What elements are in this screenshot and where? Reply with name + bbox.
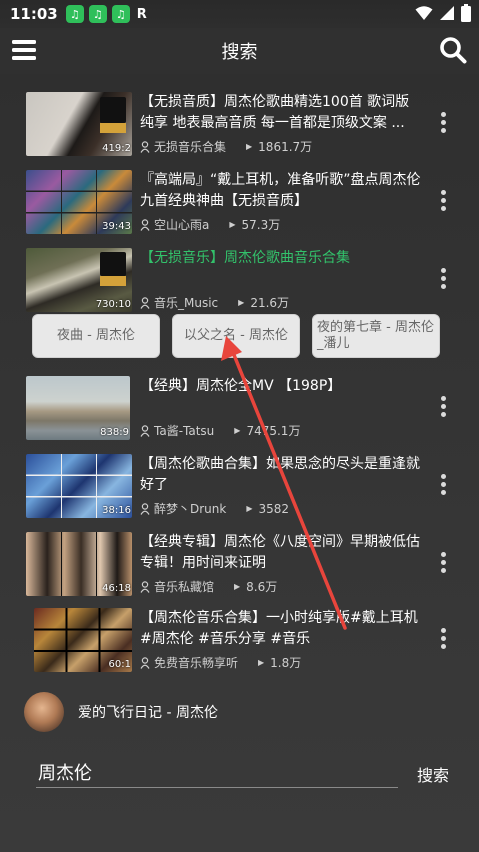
- more-options-icon[interactable]: [439, 628, 447, 654]
- play-count-icon: ▶: [246, 504, 253, 513]
- video-plays: 21.6万: [250, 296, 290, 310]
- video-author: 醉梦丶Drunk: [154, 502, 227, 516]
- song-suggestions: 夜曲 - 周杰伦 以父之名 - 周杰伦 夜的第七章 - 周杰伦 _潘儿: [0, 314, 479, 360]
- video-meta: 免费音乐畅享听 ▶ 1.8万: [140, 654, 301, 671]
- more-options-icon[interactable]: [439, 474, 447, 500]
- video-item[interactable]: 60:1 【周杰伦音乐合集】一小时纯享版#戴上耳机 #周杰伦 #音乐分享 #音乐…: [0, 608, 479, 676]
- play-count-icon: ▶: [246, 142, 253, 151]
- wifi-icon: [415, 6, 433, 20]
- video-thumbnail: 39:43: [26, 170, 132, 234]
- song-chip[interactable]: 夜曲 - 周杰伦: [32, 314, 160, 358]
- video-plays: 8.6万: [246, 580, 278, 594]
- play-count-icon: ▶: [238, 298, 245, 307]
- video-item[interactable]: 39:43 『高端局』“戴上耳机，准备听歌”盘点周杰伦九首经典神曲【无损音质】 …: [0, 170, 479, 238]
- signal-icon: [440, 6, 454, 20]
- video-plays: 7475.1万: [246, 424, 301, 438]
- status-icons: [415, 4, 471, 22]
- play-count-icon: ▶: [258, 658, 265, 667]
- video-duration: 38:16: [102, 505, 131, 516]
- play-count-icon: ▶: [234, 426, 241, 435]
- song-chip[interactable]: 以父之名 - 周杰伦: [172, 314, 300, 358]
- user-icon: [140, 656, 150, 669]
- video-title: 【经典专辑】周杰伦《八度空间》早期被低估专辑！用时间来证明: [140, 534, 420, 571]
- play-count-icon: ▶: [234, 582, 241, 591]
- video-author: Ta酱-Tatsu: [154, 424, 215, 438]
- more-options-icon[interactable]: [439, 396, 447, 422]
- video-duration: 419:2: [102, 143, 131, 154]
- music-app-icon: ♫: [88, 5, 107, 23]
- video-title: 【周杰伦歌曲合集】如果思念的尽头是重逢就好了: [140, 456, 420, 493]
- video-thumbnail: 60:1: [34, 608, 132, 672]
- status-badge: R: [136, 6, 147, 22]
- video-thumbnail: 38:16: [26, 454, 132, 518]
- video-item[interactable]: 46:18 【经典专辑】周杰伦《八度空间》早期被低估专辑！用时间来证明 音乐私藏…: [0, 532, 479, 600]
- video-author: 免费音乐畅享听: [154, 656, 239, 670]
- video-duration: 730:10: [95, 299, 131, 310]
- video-author: 空山心雨a: [154, 218, 210, 232]
- more-options-icon[interactable]: [439, 112, 447, 138]
- search-bar: 搜索: [0, 756, 479, 796]
- video-thumbnail: 730:10: [26, 248, 132, 312]
- video-item[interactable]: 730:10 【无损音乐】周杰伦歌曲音乐合集 音乐_Music ▶ 21.6万: [0, 248, 479, 316]
- video-meta: Ta酱-Tatsu ▶ 7475.1万: [140, 422, 300, 439]
- more-options-icon[interactable]: [439, 268, 447, 294]
- more-options-icon[interactable]: [439, 190, 447, 216]
- video-meta: 音乐_Music ▶ 21.6万: [140, 294, 289, 311]
- video-meta: 醉梦丶Drunk ▶ 3582: [140, 500, 289, 517]
- video-plays: 1.8万: [270, 656, 302, 670]
- user-icon: [140, 218, 150, 231]
- search-submit-button[interactable]: 搜索: [417, 762, 449, 786]
- video-duration: 39:43: [102, 221, 131, 232]
- music-app-icon: ♫: [111, 5, 130, 23]
- search-input[interactable]: [36, 756, 398, 788]
- user-icon: [140, 580, 150, 593]
- video-plays: 1861.7万: [258, 140, 313, 154]
- video-duration: 46:18: [102, 583, 131, 594]
- now-playing-bar[interactable]: 爱的飞行日记 - 周杰伦: [0, 690, 479, 734]
- video-author: 音乐私藏馆: [154, 580, 215, 594]
- now-playing-title: 爱的飞行日记 - 周杰伦: [78, 705, 218, 721]
- status-bar: 11:03 ♫ ♫ ♫ R: [0, 0, 479, 28]
- video-author: 音乐_Music: [154, 296, 219, 310]
- results-list: 419:2 【无损音质】周杰伦歌曲精选100首 歌词版纯享 地表最高音质 每一首…: [0, 74, 479, 852]
- video-thumbnail: 46:18: [26, 532, 132, 596]
- user-icon: [140, 140, 150, 153]
- video-title: 【无损音质】周杰伦歌曲精选100首 歌词版纯享 地表最高音质 每一首都是顶级文案…: [140, 94, 410, 131]
- music-app-icon: ♫: [65, 5, 84, 23]
- video-thumbnail: 419:2: [26, 92, 132, 156]
- video-item[interactable]: 419:2 【无损音质】周杰伦歌曲精选100首 歌词版纯享 地表最高音质 每一首…: [0, 92, 479, 160]
- video-plays: 3582: [258, 501, 290, 516]
- video-meta: 音乐私藏馆 ▶ 8.6万: [140, 578, 277, 595]
- play-count-icon: ▶: [229, 220, 236, 229]
- user-icon: [140, 296, 150, 309]
- video-duration: 60:1: [108, 659, 131, 670]
- video-item[interactable]: 838:9 【经典】周杰伦全MV 【198P】 Ta酱-Tatsu ▶ 7475…: [0, 376, 479, 444]
- video-author: 无损音乐合集: [154, 140, 227, 154]
- more-options-icon[interactable]: [439, 552, 447, 578]
- video-meta: 空山心雨a ▶ 57.3万: [140, 216, 280, 233]
- battery-icon: [461, 4, 471, 22]
- video-title: 『高端局』“戴上耳机，准备听歌”盘点周杰伦九首经典神曲【无损音质】: [140, 172, 421, 209]
- video-thumbnail: 838:9: [26, 376, 130, 440]
- video-title: 【经典】周杰伦全MV 【198P】: [140, 378, 342, 394]
- video-item[interactable]: 38:16 【周杰伦歌曲合集】如果思念的尽头是重逢就好了 醉梦丶Drunk ▶ …: [0, 454, 479, 522]
- user-icon: [140, 424, 150, 437]
- song-chip[interactable]: 夜的第七章 - 周杰伦 _潘儿: [312, 314, 440, 358]
- title-bar: 搜索: [0, 28, 479, 74]
- video-duration: 838:9: [100, 427, 129, 438]
- video-title: 【周杰伦音乐合集】一小时纯享版#戴上耳机 #周杰伦 #音乐分享 #音乐: [140, 610, 418, 647]
- page-title: 搜索: [221, 42, 258, 63]
- video-plays: 57.3万: [241, 218, 281, 232]
- search-icon[interactable]: [439, 36, 467, 64]
- status-time: 11:03: [10, 5, 58, 23]
- user-icon: [140, 502, 150, 515]
- now-playing-avatar: [24, 692, 64, 732]
- video-meta: 无损音乐合集 ▶ 1861.7万: [140, 138, 312, 155]
- video-title: 【无损音乐】周杰伦歌曲音乐合集: [140, 250, 350, 266]
